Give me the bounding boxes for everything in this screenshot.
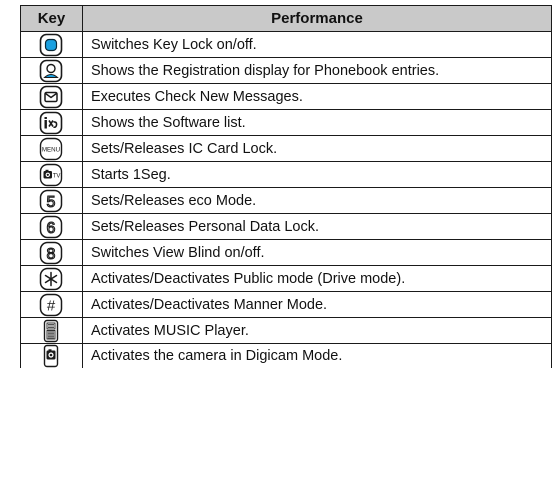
pound-key-label: # <box>47 297 56 314</box>
mail-key-icon <box>39 85 63 109</box>
clear-key-icon <box>39 33 63 57</box>
camera-side-key-icon <box>39 344 63 368</box>
table-row: MENU Sets/Releases IC Card Lock. <box>20 135 552 162</box>
row-performance: Starts 1Seg. <box>81 161 552 188</box>
row-performance: Activates the camera in Digicam Mode. <box>81 343 552 368</box>
performance-column-header: Performance <box>81 5 552 32</box>
eight-key-icon: 8 <box>39 241 63 265</box>
i-appli-key-icon <box>39 111 63 135</box>
five-key-label: 5 <box>47 194 56 211</box>
table-row: # Activates/Deactivates Manner Mode. <box>20 291 552 318</box>
row-performance: Activates/Deactivates Manner Mode. <box>81 291 552 318</box>
camera-tv-key-icon: TV <box>39 163 63 187</box>
row-performance: Shows the Registration display for Phone… <box>81 57 552 84</box>
table-row: Shows the Software list. <box>20 109 552 136</box>
row-performance: Activates/Deactivates Public mode (Drive… <box>81 265 552 292</box>
phonebook-key-icon <box>39 59 63 83</box>
row-performance: Switches View Blind on/off. <box>81 239 552 266</box>
asterisk-key-icon <box>39 267 63 291</box>
table-row: Executes Check New Messages. <box>20 83 552 110</box>
row-performance: Shows the Software list. <box>81 109 552 136</box>
row-performance: Activates MUSIC Player. <box>81 317 552 344</box>
six-key-icon: 6 <box>39 215 63 239</box>
music-side-key-icon <box>39 319 63 343</box>
table-row: Switches Key Lock on/off. <box>20 31 552 58</box>
pound-key-icon: # <box>39 293 63 317</box>
key-function-table: Key Performance Switches Key Lock on/off… <box>20 5 552 368</box>
table-row: 5 Sets/Releases eco Mode. <box>20 187 552 214</box>
key-column-header: Key <box>20 5 83 32</box>
table-row: 6 Sets/Releases Personal Data Lock. <box>20 213 552 240</box>
table-header-row: Key Performance <box>20 5 552 32</box>
row-performance: Sets/Releases Personal Data Lock. <box>81 213 552 240</box>
row-performance: Switches Key Lock on/off. <box>81 31 552 58</box>
table-row: TV Starts 1Seg. <box>20 161 552 188</box>
row-performance: Sets/Releases eco Mode. <box>81 187 552 214</box>
six-key-label: 6 <box>47 220 56 237</box>
tv-key-label: TV <box>53 173 61 179</box>
table-row: Activates/Deactivates Public mode (Drive… <box>20 265 552 292</box>
menu-key-icon: MENU <box>39 137 63 161</box>
row-performance: Executes Check New Messages. <box>81 83 552 110</box>
menu-key-label: MENU <box>42 146 60 153</box>
five-key-icon: 5 <box>39 189 63 213</box>
row-performance: Sets/Releases IC Card Lock. <box>81 135 552 162</box>
table-row: Activates the camera in Digicam Mode. <box>20 343 552 368</box>
table-row: 8 Switches View Blind on/off. <box>20 239 552 266</box>
table-row: Shows the Registration display for Phone… <box>20 57 552 84</box>
table-row: Activates MUSIC Player. <box>20 317 552 344</box>
eight-key-label: 8 <box>47 246 56 263</box>
